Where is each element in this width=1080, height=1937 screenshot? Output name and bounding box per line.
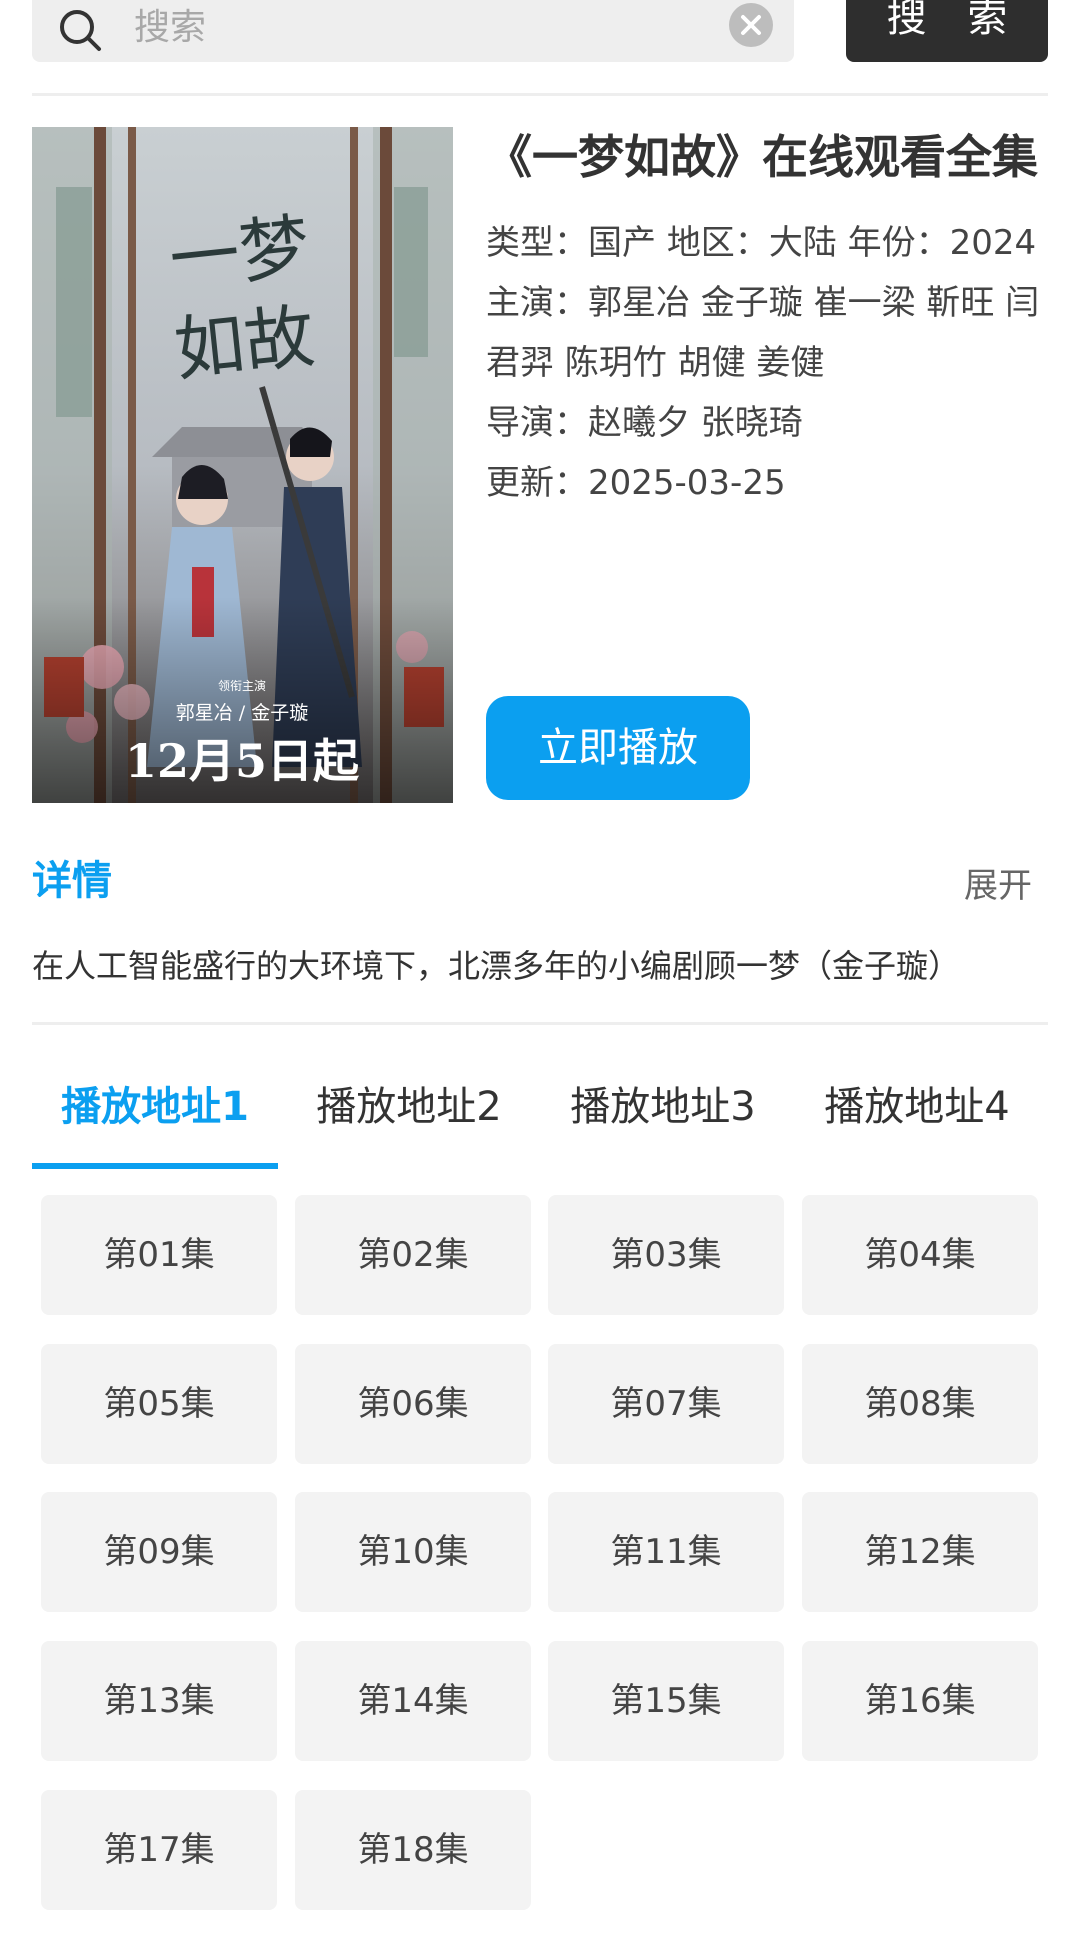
meta-row-cast-continued: 君羿 陈玥竹 胡健 姜健: [486, 333, 1050, 393]
updated-label: 更新：: [486, 463, 588, 503]
director-value: 赵曦夕 张晓琦: [588, 403, 803, 443]
search-input[interactable]: [132, 0, 736, 58]
episode-button[interactable]: 第10集: [295, 1492, 531, 1612]
cast-value: 郭星冶 金子璇 崔一梁 靳旺 闫: [588, 283, 1040, 323]
episode-button[interactable]: 第11集: [548, 1492, 784, 1612]
clear-icon[interactable]: [728, 2, 774, 48]
episode-button[interactable]: 第09集: [41, 1492, 277, 1612]
tab-source-3[interactable]: 播放地址3: [540, 1075, 786, 1169]
episode-button[interactable]: 第15集: [548, 1641, 784, 1761]
episode-button[interactable]: 第17集: [41, 1790, 277, 1910]
region-value: 大陆: [768, 223, 837, 263]
type-value: 国产: [588, 223, 656, 263]
meta-row-type: 类型：国产 地区：大陆 年份：2024: [486, 213, 1050, 273]
updated-value: 2025-03-25: [588, 463, 786, 503]
expand-button[interactable]: 展开: [964, 858, 1032, 907]
episode-button[interactable]: 第02集: [295, 1195, 531, 1315]
synopsis-text: 在人工智能盛行的大环境下，北漂多年的小编剧顾一梦（金子璇）: [32, 947, 961, 985]
episode-button[interactable]: 第13集: [41, 1641, 277, 1761]
episode-button[interactable]: 第14集: [295, 1641, 531, 1761]
year-label: 年份：: [847, 223, 950, 263]
search-icon: [60, 10, 101, 51]
tab-source-1[interactable]: 播放地址1: [32, 1075, 278, 1169]
director-label: 导演：: [486, 403, 588, 443]
cast-value-continued: 君羿 陈玥竹 胡健 姜健: [486, 343, 825, 383]
meta-row-cast: 主演：郭星冶 金子璇 崔一梁 靳旺 闫: [486, 273, 1050, 333]
active-tab-indicator: [32, 1163, 278, 1169]
meta-row-updated: 更新：2025-03-25: [486, 453, 1050, 513]
search-button[interactable]: 搜 索: [846, 0, 1048, 62]
episode-button[interactable]: 第08集: [802, 1344, 1038, 1464]
episode-button[interactable]: 第06集: [295, 1344, 531, 1464]
svg-text:12月5日起: 12月5日起: [125, 734, 360, 788]
region-label: 地区：: [666, 223, 769, 263]
meta-row-director: 导演：赵曦夕 张晓琦: [486, 393, 1050, 453]
year-value: 2024: [949, 223, 1037, 263]
source-tabs: 播放地址1 播放地址2 播放地址3 播放地址4: [32, 1075, 1048, 1169]
tab-source-4[interactable]: 播放地址4: [794, 1075, 1040, 1169]
episode-button[interactable]: 第03集: [548, 1195, 784, 1315]
episode-button[interactable]: 第12集: [802, 1492, 1038, 1612]
episode-button[interactable]: 第07集: [548, 1344, 784, 1464]
play-now-button[interactable]: 立即播放: [486, 696, 750, 800]
svg-text:郭星冶 / 金子璇: 郭星冶 / 金子璇: [176, 702, 308, 724]
poster-image[interactable]: 一梦 如故 领衔主演 郭星冶 / 金子璇 12月5日起: [32, 127, 453, 803]
details-heading: 详情: [32, 858, 112, 904]
episode-button[interactable]: 第01集: [41, 1195, 277, 1315]
search-box[interactable]: [32, 0, 794, 62]
episode-button[interactable]: 第04集: [802, 1195, 1038, 1315]
episode-button[interactable]: 第18集: [295, 1790, 531, 1910]
svg-text:如故: 如故: [171, 295, 319, 391]
cast-label: 主演：: [486, 283, 588, 323]
divider: [32, 1022, 1048, 1025]
type-label: 类型：: [486, 223, 588, 263]
divider: [32, 93, 1048, 96]
svg-text:一梦: 一梦: [166, 205, 314, 301]
tab-source-2[interactable]: 播放地址2: [286, 1075, 532, 1169]
page-title: 《一梦如故》在线观看全集: [486, 130, 1038, 184]
episode-button[interactable]: 第16集: [802, 1641, 1038, 1761]
svg-text:领衔主演: 领衔主演: [218, 678, 266, 693]
episode-button[interactable]: 第05集: [41, 1344, 277, 1464]
